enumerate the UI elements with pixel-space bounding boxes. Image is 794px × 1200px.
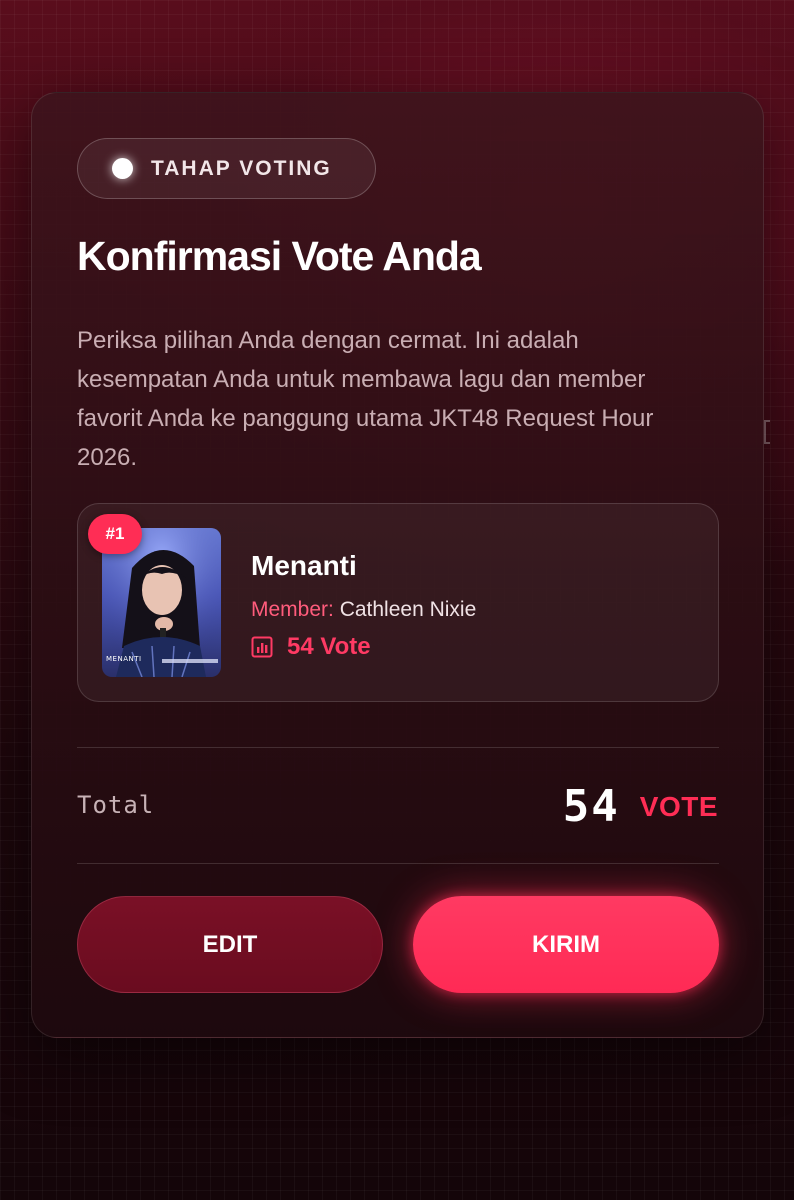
song-vote-count: 54 Vote bbox=[251, 633, 371, 661]
send-button[interactable]: KIRIM bbox=[413, 896, 719, 993]
summary-divider-top bbox=[77, 747, 719, 748]
total-number: 54 bbox=[562, 781, 620, 832]
bar-chart-icon bbox=[251, 636, 273, 658]
voting-stage-badge: TAHAP VOTING bbox=[77, 138, 376, 199]
member-name: Cathleen Nixie bbox=[339, 598, 477, 621]
total-label: Total bbox=[77, 791, 155, 819]
vote-count-text: 54 Vote bbox=[287, 633, 371, 660]
edit-button[interactable]: EDIT bbox=[77, 896, 383, 993]
total-unit: VOTE bbox=[639, 790, 718, 822]
page-description: Periksa pilihan Anda dengan cermat. Ini … bbox=[77, 327, 654, 471]
selected-song-card: MENANTI #1 Menanti Member: Cathleen Nixi… bbox=[77, 503, 719, 702]
vote-confirmation-card: TAHAP VOTING Konfirmasi Vote Anda Periks… bbox=[31, 92, 764, 1038]
member-info: Member: Cathleen Nixie bbox=[251, 598, 476, 622]
edge-bracket-mark bbox=[764, 420, 770, 444]
member-label: Member: bbox=[251, 598, 334, 621]
status-dot-icon bbox=[112, 158, 133, 179]
summary-divider-bottom bbox=[77, 863, 719, 864]
thumbnail-caption: MENANTI bbox=[106, 655, 142, 663]
page-title: Konfirmasi Vote Anda bbox=[77, 233, 482, 279]
rank-badge: #1 bbox=[88, 514, 142, 554]
voting-stage-label: TAHAP VOTING bbox=[151, 156, 332, 180]
total-value: 54 VOTE bbox=[563, 781, 718, 832]
song-title: Menanti bbox=[251, 550, 357, 581]
